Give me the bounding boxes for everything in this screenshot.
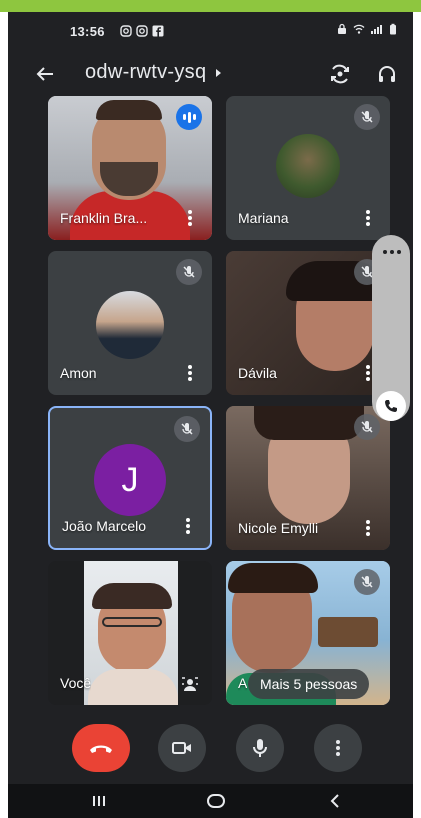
self-cam-button[interactable] [178, 673, 202, 695]
letter-avatar: J [94, 444, 166, 516]
switch-camera-icon [331, 64, 349, 84]
hair-shape [254, 406, 364, 440]
profile-photo [96, 291, 164, 359]
end-call-button[interactable] [72, 724, 130, 772]
notification-icons [120, 25, 164, 37]
call-controls [8, 712, 413, 780]
participant-tile[interactable]: J João Marcelo [48, 406, 212, 550]
switch-camera-button[interactable] [325, 59, 355, 89]
lock-icon [338, 23, 346, 34]
facebook-icon [152, 25, 164, 37]
mic-off-icon [354, 414, 380, 440]
caret-right-icon [216, 68, 222, 77]
recents-icon [93, 796, 105, 806]
headphones-icon [379, 66, 395, 82]
camera-toggle-button[interactable] [158, 724, 206, 772]
battery-icon [390, 23, 396, 35]
participant-name: A [238, 675, 248, 691]
participant-name: Mariana [238, 210, 289, 226]
participant-name: Franklin Bra... [60, 210, 148, 226]
profile-photo [276, 134, 340, 198]
self-view-tile[interactable]: Você [48, 561, 212, 705]
glasses-shape [102, 617, 162, 627]
mic-off-icon [176, 259, 202, 285]
more-options-button[interactable] [182, 363, 198, 383]
mic-icon [253, 739, 267, 757]
instagram-icon [120, 25, 132, 37]
hair-shape [228, 563, 318, 593]
signal-icon [371, 25, 382, 34]
return-to-call-button[interactable] [376, 391, 406, 421]
home-icon [207, 794, 225, 808]
more-vert-icon [336, 740, 340, 756]
participant-name: Você [60, 675, 92, 691]
more-people-button[interactable]: Mais 5 pessoas [248, 669, 370, 699]
participant-name: Amon [60, 365, 97, 381]
arrow-back-icon [36, 67, 53, 81]
back-icon [330, 794, 339, 808]
more-options-button[interactable] [360, 518, 376, 538]
hair-shape [92, 583, 172, 609]
more-horiz-icon[interactable] [383, 250, 401, 254]
top-accent-bar [0, 0, 421, 12]
recents-button[interactable] [84, 790, 114, 812]
portrait-blur-icon [182, 677, 198, 691]
videocam-icon [172, 742, 191, 754]
participant-tile[interactable]: Nicole Emylli [226, 406, 390, 550]
hut-shape [318, 617, 378, 647]
status-time: 13:56 [70, 24, 105, 39]
back-button[interactable] [30, 59, 60, 89]
floating-call-panel[interactable] [372, 235, 410, 421]
participant-tile[interactable]: Amon [48, 251, 212, 395]
android-navigation-bar [8, 784, 413, 818]
more-options-button[interactable] [182, 208, 198, 228]
participant-tile[interactable]: Dávila [226, 251, 390, 395]
mic-off-icon [354, 569, 380, 595]
status-bar: 13:56 [8, 12, 413, 52]
system-status-icons [336, 23, 399, 35]
instagram-icon [136, 25, 148, 37]
audio-output-button[interactable] [372, 59, 402, 89]
mic-toggle-button[interactable] [236, 724, 284, 772]
speaking-indicator [176, 104, 202, 130]
participant-name: João Marcelo [62, 518, 147, 534]
participant-name: Nicole Emylli [238, 520, 319, 536]
meeting-code-button[interactable]: odw-rwtv-ysq [85, 61, 222, 84]
home-button[interactable] [201, 790, 231, 812]
phone-screen: 13:56 odw-rwtv-ysq Franklin Bra... Maria… [8, 12, 413, 818]
hair-shape [96, 100, 162, 120]
more-options-button[interactable] [314, 724, 362, 772]
meeting-code: odw-rwtv-ysq [85, 61, 207, 83]
participant-tile[interactable]: Mariana [226, 96, 390, 240]
shirt-shape [88, 669, 178, 705]
phone-icon [385, 400, 397, 412]
nav-back-button[interactable] [320, 790, 350, 812]
call-end-icon [90, 745, 112, 753]
participant-tile[interactable]: Franklin Bra... [48, 96, 212, 240]
wifi-icon [353, 24, 365, 34]
mic-off-icon [174, 416, 200, 442]
meeting-header: odw-rwtv-ysq [8, 52, 413, 96]
more-options-button[interactable] [360, 208, 376, 228]
participant-name: Dávila [238, 365, 277, 381]
mic-off-icon [354, 104, 380, 130]
more-options-button[interactable] [180, 516, 196, 536]
